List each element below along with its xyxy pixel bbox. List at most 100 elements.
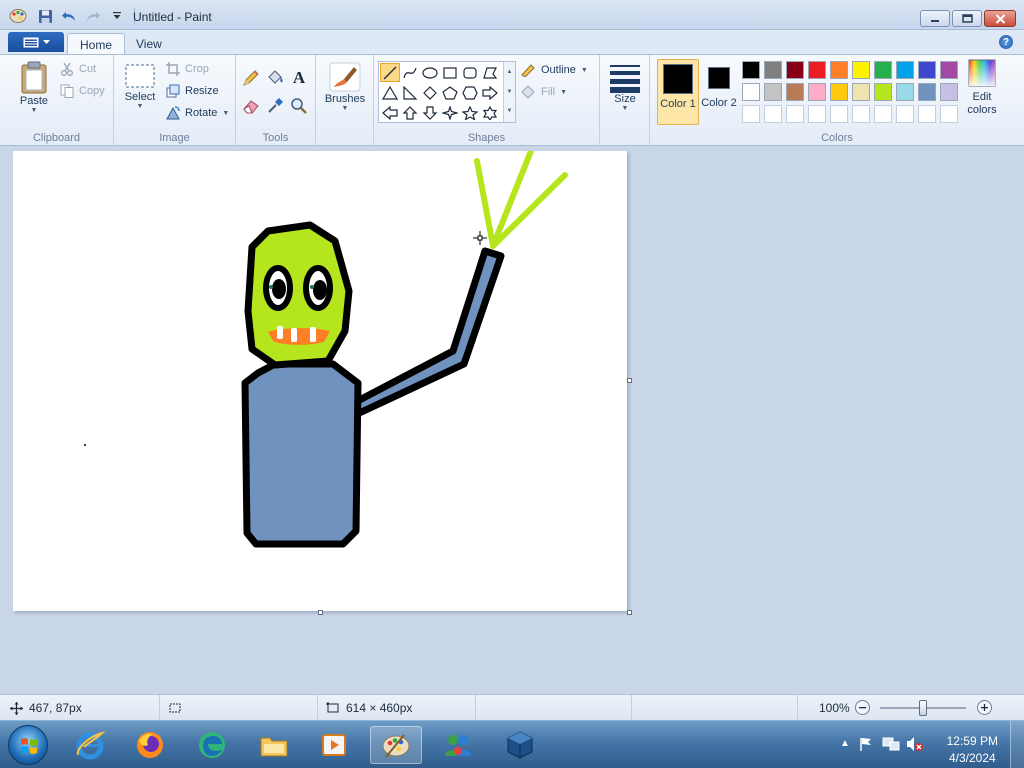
size-button[interactable]: Size ▼: [606, 61, 644, 112]
action-center-flag-icon[interactable]: [858, 736, 874, 755]
paint-menu-button[interactable]: [8, 32, 64, 52]
rotate-button[interactable]: Rotate ▼: [166, 106, 229, 120]
crop-button[interactable]: Crop: [166, 62, 209, 76]
palette-swatch[interactable]: [874, 61, 892, 79]
shape-rounded-rectangle-icon[interactable]: [460, 63, 480, 82]
shape-diamond-icon[interactable]: [420, 83, 440, 102]
color1-button[interactable]: Color 1: [657, 59, 699, 125]
color-picker-icon[interactable]: [264, 95, 286, 117]
palette-swatch[interactable]: [830, 83, 848, 101]
text-tool-icon[interactable]: A: [288, 67, 310, 89]
palette-swatch[interactable]: [918, 61, 936, 79]
paint-app-icon[interactable]: [9, 8, 27, 24]
minimize-button[interactable]: [920, 10, 950, 27]
zoom-in-button[interactable]: [977, 700, 992, 715]
palette-swatch[interactable]: [764, 83, 782, 101]
taskbar-edge[interactable]: [186, 726, 238, 764]
palette-empty-swatch[interactable]: [786, 105, 804, 123]
magnifier-icon[interactable]: [288, 95, 310, 117]
palette-swatch[interactable]: [940, 83, 958, 101]
show-hidden-icons-icon[interactable]: ▲: [840, 738, 850, 749]
shape-curve-icon[interactable]: [400, 63, 420, 82]
color2-button[interactable]: Color 2: [701, 59, 737, 125]
shape-left-arrow-icon[interactable]: [380, 103, 400, 122]
palette-empty-swatch[interactable]: [764, 105, 782, 123]
shape-hexagon-icon[interactable]: [460, 83, 480, 102]
palette-empty-swatch[interactable]: [852, 105, 870, 123]
taskbar-paint[interactable]: [370, 726, 422, 764]
palette-empty-swatch[interactable]: [940, 105, 958, 123]
taskbar-file-explorer[interactable]: [248, 726, 300, 764]
taskbar-internet-explorer[interactable]: [64, 726, 116, 764]
taskbar-media-player[interactable]: [308, 726, 360, 764]
shape-oval-icon[interactable]: [420, 63, 440, 82]
resize-handle-right[interactable]: [627, 378, 632, 383]
palette-swatch[interactable]: [808, 83, 826, 101]
palette-swatch[interactable]: [742, 61, 760, 79]
shapes-scroll[interactable]: ▲ ▼ ▼: [503, 62, 515, 122]
palette-empty-swatch[interactable]: [874, 105, 892, 123]
palette-swatch[interactable]: [852, 83, 870, 101]
shape-five-point-star-icon[interactable]: [460, 103, 480, 122]
drawing-canvas[interactable]: [13, 148, 627, 611]
zoom-out-button[interactable]: [855, 700, 870, 715]
resize-handle-corner[interactable]: [627, 610, 632, 615]
palette-empty-swatch[interactable]: [830, 105, 848, 123]
drawing-artwork[interactable]: [13, 148, 627, 611]
fill-button[interactable]: Fill ▼: [520, 85, 567, 99]
tab-view[interactable]: View: [124, 33, 174, 54]
volume-muted-icon[interactable]: [906, 736, 924, 755]
palette-swatch[interactable]: [918, 83, 936, 101]
shapes-scroll-down-icon[interactable]: ▼: [504, 82, 515, 102]
start-button[interactable]: [8, 725, 48, 765]
palette-empty-swatch[interactable]: [918, 105, 936, 123]
taskbar-clock[interactable]: 12:59 PM 4/3/2024: [947, 733, 998, 767]
copy-button[interactable]: Copy: [60, 84, 105, 98]
undo-icon[interactable]: [60, 7, 78, 25]
shape-six-point-star-icon[interactable]: [480, 103, 500, 122]
palette-swatch[interactable]: [874, 83, 892, 101]
palette-swatch[interactable]: [940, 61, 958, 79]
fill-bucket-icon[interactable]: [264, 67, 286, 89]
shape-polygon-icon[interactable]: [480, 63, 500, 82]
cut-button[interactable]: Cut: [60, 62, 96, 76]
palette-swatch[interactable]: [742, 83, 760, 101]
palette-swatch[interactable]: [896, 61, 914, 79]
shape-down-arrow-icon[interactable]: [420, 103, 440, 122]
eraser-icon[interactable]: [240, 95, 262, 117]
shape-up-arrow-icon[interactable]: [400, 103, 420, 122]
edit-colors-button[interactable]: Edit colors: [962, 59, 1002, 125]
palette-swatch[interactable]: [764, 61, 782, 79]
customize-qat-icon[interactable]: [108, 7, 126, 25]
shape-right-arrow-icon[interactable]: [480, 83, 500, 102]
palette-empty-swatch[interactable]: [742, 105, 760, 123]
resize-handle-bottom[interactable]: [318, 610, 323, 615]
shape-line-icon[interactable]: [380, 63, 400, 82]
shapes-scroll-up-icon[interactable]: ▲: [504, 62, 515, 82]
palette-empty-swatch[interactable]: [808, 105, 826, 123]
paste-button[interactable]: Paste ▼: [14, 61, 54, 114]
resize-button[interactable]: Resize: [166, 84, 219, 98]
show-desktop-button[interactable]: [1010, 721, 1024, 768]
shape-rectangle-icon[interactable]: [440, 63, 460, 82]
outline-button[interactable]: Outline ▼: [520, 63, 588, 77]
taskbar-virtualbox[interactable]: [494, 726, 546, 764]
shape-pentagon-icon[interactable]: [440, 83, 460, 102]
shapes-expand-icon[interactable]: ▼: [504, 102, 515, 120]
palette-empty-swatch[interactable]: [896, 105, 914, 123]
palette-swatch[interactable]: [808, 61, 826, 79]
pencil-icon[interactable]: [240, 67, 262, 89]
taskbar-firefox[interactable]: [124, 726, 176, 764]
save-icon[interactable]: [36, 7, 54, 25]
palette-swatch[interactable]: [852, 61, 870, 79]
close-button[interactable]: [984, 10, 1016, 27]
shape-triangle-icon[interactable]: [380, 83, 400, 102]
help-icon[interactable]: ?: [999, 35, 1013, 49]
canvas-workspace[interactable]: [0, 147, 1024, 694]
maximize-button[interactable]: [952, 10, 982, 27]
palette-swatch[interactable]: [786, 83, 804, 101]
shape-right-triangle-icon[interactable]: [400, 83, 420, 102]
palette-swatch[interactable]: [896, 83, 914, 101]
tab-home[interactable]: Home: [67, 33, 126, 54]
zoom-slider-thumb[interactable]: [919, 700, 927, 716]
